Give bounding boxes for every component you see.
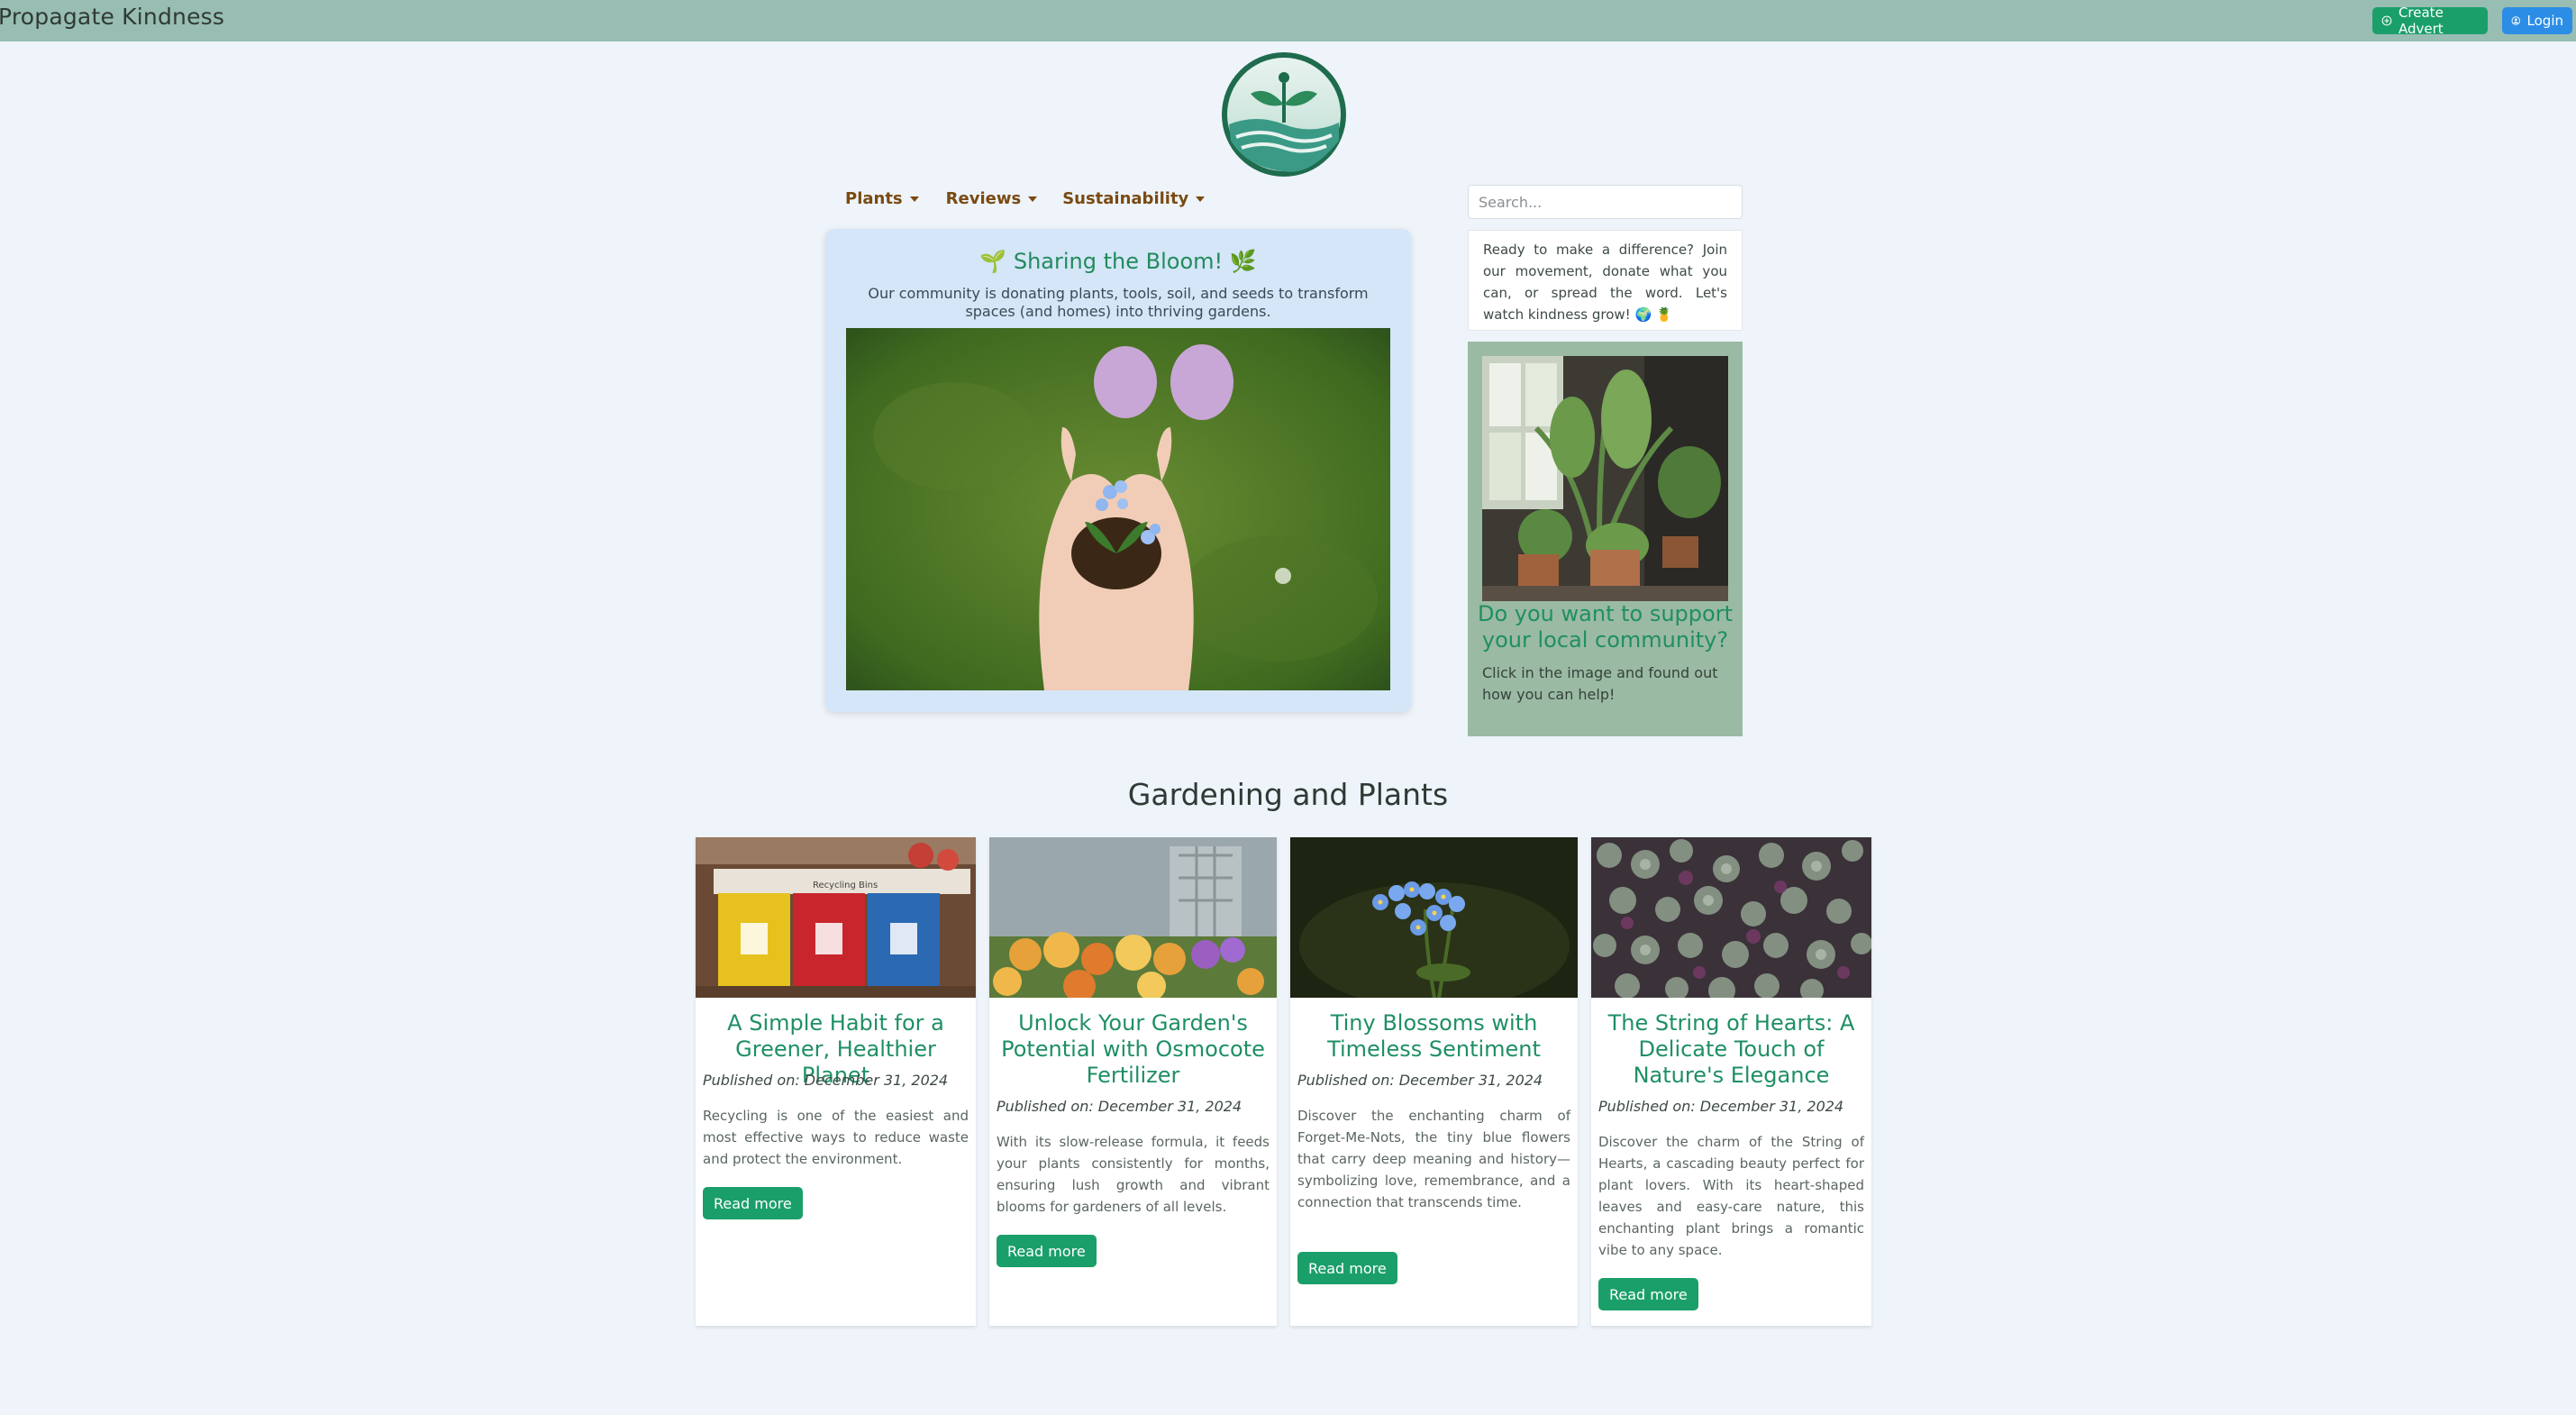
nav-reviews-label: Reviews	[945, 189, 1022, 208]
article-card: Recycling Bins A Simple Habit for a Gree…	[696, 837, 976, 1326]
main-nav: Plants Reviews Sustainability	[845, 189, 1206, 208]
support-title[interactable]: Do you want to support your local commun…	[1475, 601, 1735, 653]
read-more-button[interactable]: Read more	[1297, 1252, 1397, 1284]
nav-reviews-dropdown[interactable]: Reviews	[946, 189, 1038, 208]
user-circle-icon	[2511, 16, 2521, 25]
nav-plants-dropdown[interactable]: Plants	[845, 189, 919, 208]
card-date: Published on: December 31, 2024	[703, 1072, 949, 1089]
read-more-button[interactable]: Read more	[1598, 1278, 1698, 1310]
nav-sustainability-label: Sustainability	[1062, 189, 1189, 208]
site-logo[interactable]	[1220, 50, 1348, 178]
card-title[interactable]: Tiny Blossoms with Timeless Sentiment	[1296, 1010, 1572, 1063]
read-more-button[interactable]: Read more	[703, 1187, 803, 1219]
caret-down-icon	[1028, 196, 1038, 202]
intro-text-box: Ready to make a difference? Join our mov…	[1468, 230, 1743, 331]
card-image-flower-garden[interactable]	[989, 837, 1277, 998]
card-text: Recycling is one of the easiest and most…	[703, 1108, 969, 1167]
hero-card: 🌱 Sharing the Bloom! 🌿 Our community is …	[825, 229, 1411, 712]
create-advert-button[interactable]: Create Advert	[2372, 5, 2488, 37]
card-image-forget-me-nots[interactable]	[1290, 837, 1578, 998]
hero-subtitle: Our community is donating plants, tools,…	[868, 285, 1369, 320]
read-more-button[interactable]: Read more	[997, 1235, 1097, 1267]
card-date: Published on: December 31, 2024	[1598, 1098, 1844, 1115]
recycling-bins-text: Recycling Bins	[813, 881, 878, 890]
card-image-string-of-hearts[interactable]	[1591, 837, 1871, 998]
card-text: With its slow-release formula, it feeds …	[997, 1134, 1270, 1215]
brand-title[interactable]: Propagate Kindness	[0, 4, 224, 30]
section-title: Gardening and Plants	[1127, 777, 1449, 812]
article-card: Tiny Blossoms with Timeless Sentiment Pu…	[1290, 837, 1578, 1326]
login-button[interactable]: Login	[2502, 7, 2572, 34]
caret-down-icon	[1196, 196, 1206, 202]
article-card: The String of Hearts: A Delicate Touch o…	[1591, 837, 1871, 1326]
plus-circle-icon	[2381, 15, 2392, 26]
top-navbar: Propagate Kindness Create Advert Login	[0, 0, 2576, 41]
card-date: Published on: December 31, 2024	[1297, 1072, 1543, 1089]
support-image-indoor-plants[interactable]	[1482, 356, 1728, 601]
hero-title: 🌱 Sharing the Bloom! 🌿	[979, 249, 1257, 274]
login-label: Login	[2526, 13, 2563, 29]
card-image-recycling-bins[interactable]: Recycling Bins	[696, 837, 976, 998]
nav-plants-label: Plants	[845, 189, 903, 208]
search-input[interactable]	[1468, 185, 1743, 219]
support-community-card[interactable]: Do you want to support your local commun…	[1468, 342, 1743, 736]
nav-sustainability-dropdown[interactable]: Sustainability	[1062, 189, 1206, 208]
caret-down-icon	[909, 196, 919, 202]
card-text: Discover the charm of the String of Hear…	[1598, 1134, 1864, 1258]
hero-image-hands-holding-flower	[846, 328, 1390, 690]
article-card: Unlock Your Garden's Potential with Osmo…	[989, 837, 1277, 1326]
card-title[interactable]: Unlock Your Garden's Potential with Osmo…	[995, 1010, 1271, 1089]
create-advert-label: Create Advert	[2398, 5, 2444, 37]
card-title[interactable]: The String of Hearts: A Delicate Touch o…	[1597, 1010, 1866, 1089]
card-date: Published on: December 31, 2024	[997, 1098, 1242, 1115]
card-text: Discover the enchanting charm of Forget-…	[1297, 1108, 1570, 1210]
support-text: Click in the image and found out how you…	[1482, 664, 1718, 703]
